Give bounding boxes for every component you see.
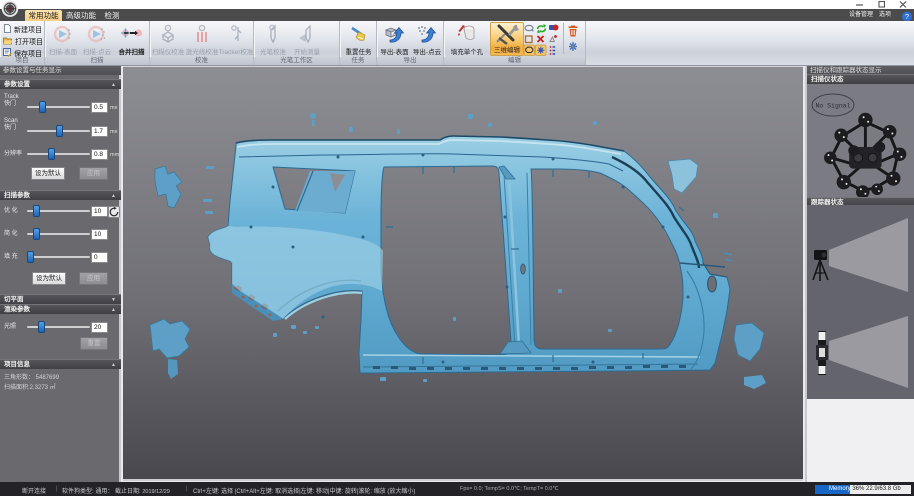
svg-text:No Signal: No Signal [815,103,850,110]
svg-text:?: ? [905,12,909,21]
